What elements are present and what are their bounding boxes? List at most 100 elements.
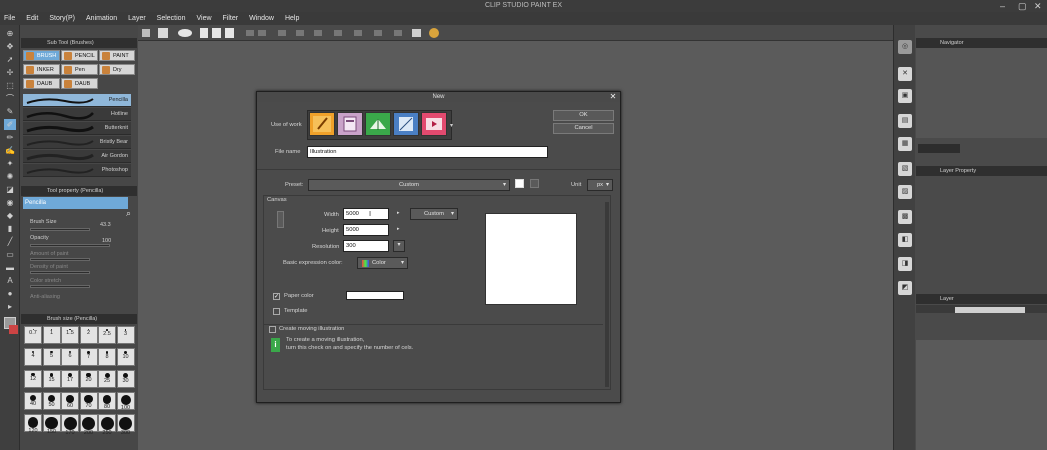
menu-view[interactable]: View	[196, 15, 211, 22]
lasso-icon[interactable]: ⌒	[4, 93, 16, 104]
width-input[interactable]: 5000	[343, 208, 389, 220]
brush-item[interactable]: Butterknit	[23, 122, 131, 135]
paper-color-swatch[interactable]	[346, 291, 404, 300]
manga-work-button[interactable]	[393, 112, 419, 136]
width-stepper-icon[interactable]: ▸	[397, 210, 400, 216]
menu-animation[interactable]: Animation	[86, 15, 117, 22]
correct-line-icon[interactable]: ▸	[4, 301, 16, 312]
zoom-tool-icon[interactable]: ⊕	[4, 28, 16, 39]
undo-icon[interactable]	[246, 30, 254, 36]
airbrush-icon[interactable]: ✦	[4, 158, 16, 169]
resolution-input[interactable]: 300	[343, 240, 389, 252]
tab-dry[interactable]: Dry	[99, 64, 135, 75]
pen-tool-icon[interactable]: ✐	[4, 119, 16, 130]
brush-size-cell[interactable]: 5	[42, 348, 61, 366]
brush-size-slider[interactable]	[30, 228, 90, 231]
snap-icon[interactable]	[394, 30, 402, 36]
search-layer-icon[interactable]: ◨	[898, 257, 912, 271]
brush-size-cell[interactable]: 60	[61, 392, 79, 410]
brush-size-cell[interactable]: 1	[42, 326, 61, 344]
tab-daub-1[interactable]: DAUB	[23, 78, 60, 89]
brush-name-field[interactable]: Pencilla	[23, 197, 128, 209]
file-name-input[interactable]: Illustration	[307, 146, 548, 158]
brush-size-cell[interactable]: 150	[42, 414, 61, 435]
brush-item[interactable]: Photoshop	[23, 164, 131, 177]
frame-icon[interactable]: ▭	[4, 249, 16, 260]
menu-file[interactable]: File	[4, 15, 15, 22]
maximize-icon[interactable]: ▢	[1018, 0, 1027, 12]
search-icon[interactable]: ⌕	[126, 208, 131, 219]
figure-icon[interactable]: ╱	[4, 236, 16, 247]
minimize-icon[interactable]: –	[1000, 0, 1005, 12]
gradient-icon[interactable]: ▮	[4, 223, 16, 234]
template-checkbox[interactable]	[273, 308, 280, 315]
menu-help[interactable]: Help	[285, 15, 299, 22]
grid-icon[interactable]	[142, 29, 150, 37]
layer-comp-icon[interactable]: ◩	[898, 281, 912, 295]
amount-slider[interactable]	[30, 258, 90, 261]
clip-studio-icon[interactable]	[158, 28, 168, 38]
brush-size-cell[interactable]: 300	[116, 414, 135, 436]
paper-color-checkbox[interactable]: ✓	[273, 293, 280, 300]
brush-size-cell[interactable]: 12	[24, 370, 42, 388]
save-icon[interactable]	[225, 28, 234, 38]
preset-select[interactable]: Custom ▾	[308, 179, 510, 191]
brush-size-cell[interactable]: 170	[61, 414, 79, 436]
brush-tool-icon[interactable]: ✍	[4, 145, 16, 156]
dialog-close-button[interactable]: ✕	[609, 92, 617, 101]
tab-pen[interactable]: Pen	[61, 64, 98, 75]
fill-icon[interactable]	[374, 30, 382, 36]
navigator-zoom-slider[interactable]	[918, 144, 960, 153]
brush-size-cell[interactable]: 1.5	[61, 326, 79, 344]
eraser-icon[interactable]: ◪	[4, 184, 16, 195]
cancel-button[interactable]: Cancel	[553, 123, 614, 134]
brush-size-value[interactable]: 43.3	[100, 222, 111, 228]
illustration-work-button[interactable]	[309, 112, 335, 136]
redo-icon[interactable]	[258, 30, 266, 36]
selection-icon[interactable]: ⬚	[4, 80, 16, 91]
move-tool-icon[interactable]: ✥	[4, 41, 16, 52]
pencil-tool-icon[interactable]: ✏	[4, 132, 16, 143]
crop-icon[interactable]	[334, 30, 342, 36]
brush-size-cell[interactable]: 100	[116, 392, 135, 411]
brush-size-cell[interactable]: 4	[24, 348, 42, 366]
orientation-icon[interactable]	[277, 211, 284, 228]
density-slider[interactable]	[30, 271, 90, 274]
operation-tool-icon[interactable]: ➚	[4, 54, 16, 65]
tab-daub-2[interactable]: DAUB	[61, 78, 98, 89]
blend-mode-select[interactable]	[955, 307, 1025, 313]
ruler-tool-icon[interactable]: ▬	[4, 262, 16, 273]
navigator-icon[interactable]: ◎	[898, 40, 912, 54]
menu-window[interactable]: Window	[249, 15, 274, 22]
color-stretch-slider[interactable]	[30, 285, 90, 288]
layer-icon[interactable]: ▣	[898, 89, 912, 103]
use-of-work-dropdown-icon[interactable]: ▾	[450, 122, 453, 129]
brush-item[interactable]: Hotline	[23, 108, 131, 121]
history-icon[interactable]: ▦	[898, 137, 912, 151]
tab-inker[interactable]: INKER	[23, 64, 60, 75]
dialog-scrollbar[interactable]	[605, 202, 609, 387]
menu-filter[interactable]: Filter	[223, 15, 239, 22]
resolution-dropdown-icon[interactable]: ▾	[393, 240, 405, 252]
brush-item[interactable]: Air Gordon	[23, 150, 131, 163]
color-wheel-icon[interactable]	[429, 28, 439, 38]
delete-preset-icon[interactable]	[530, 179, 539, 188]
ok-button[interactable]: OK	[553, 110, 614, 121]
size-preset-select[interactable]: Custom ▾	[410, 208, 458, 220]
decoration-icon[interactable]: ✺	[4, 171, 16, 182]
comic-work-button[interactable]	[365, 112, 391, 136]
brush-size-cell[interactable]: 0.7	[24, 326, 42, 344]
brush-size-cell[interactable]: 3	[116, 326, 135, 344]
text-tool-icon[interactable]: A	[4, 275, 16, 286]
balloon-icon[interactable]: ●	[4, 288, 16, 299]
material-icon[interactable]: ▤	[898, 114, 912, 128]
height-stepper-icon[interactable]: ▸	[397, 226, 400, 232]
height-input[interactable]: 5000	[343, 224, 389, 236]
brush-size-cell[interactable]: 200	[79, 414, 98, 436]
color-icon[interactable]: ▧	[898, 162, 912, 176]
moving-illustration-checkbox[interactable]	[269, 326, 276, 333]
deselect-icon[interactable]	[314, 30, 322, 36]
menu-story[interactable]: Story(P)	[49, 15, 75, 22]
brush-size-cell[interactable]: 250	[98, 414, 116, 436]
tab-brush[interactable]: BRUSH	[23, 50, 60, 61]
